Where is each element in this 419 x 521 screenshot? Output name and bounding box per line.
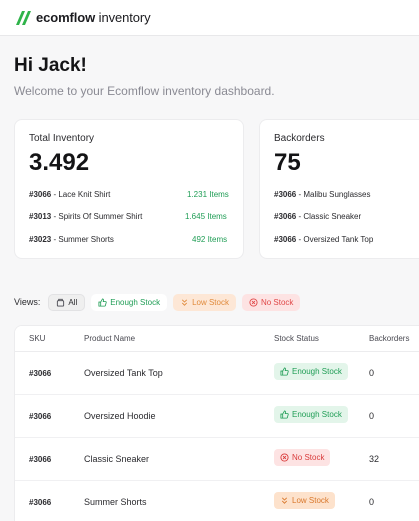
inventory-row[interactable]: #3023 - Summer Shorts 492 Items (29, 235, 234, 244)
row-product-name: Oversized Hoodie (84, 411, 156, 421)
backorders-value: 75 (274, 149, 301, 176)
stock-status-badge: Low Stock (274, 492, 335, 509)
inventory-row[interactable]: #3066 - Lace Knit Shirt 1.231 Items (29, 190, 234, 199)
chevrons-down-icon (281, 497, 288, 504)
row-sku: #3066 (29, 498, 52, 507)
table-header: SKU Product Name Stock Status Backorders (15, 326, 419, 352)
column-header-backorders[interactable]: Backorders (369, 334, 409, 343)
row-product-name: Oversized Tank Top (84, 368, 163, 378)
column-header-product-name[interactable]: Product Name (84, 334, 135, 343)
row-backorders: 0 (369, 411, 375, 421)
inventory-row[interactable]: #3013 - Spirits Of Summer Shirt 1.645 It… (29, 212, 234, 221)
row-sku: #3066 (29, 412, 52, 421)
card-title: Total Inventory (29, 133, 95, 144)
row-sku: #3066 (29, 455, 52, 464)
stock-status-badge: Enough Stock (274, 406, 348, 423)
total-inventory-card: Total Inventory 3.492 #3066 - Lace Knit … (14, 119, 244, 259)
backorder-row[interactable]: #3066 - Oversized Tank Top (274, 235, 373, 244)
filter-no-stock-chip[interactable]: No Stock (241, 293, 301, 311)
inventory-table: SKU Product Name Stock Status Backorders… (14, 325, 419, 521)
page-title: Hi Jack! (14, 55, 87, 76)
x-circle-icon (280, 453, 289, 462)
item-count: 492 Items (192, 235, 228, 244)
row-sku: #3066 (29, 369, 52, 378)
views-filter-bar: Views: All Enough Stock Low Stock No Sto… (14, 293, 301, 311)
column-header-sku[interactable]: SKU (29, 334, 45, 343)
filter-enough-stock-chip[interactable]: Enough Stock (91, 293, 168, 311)
chevrons-down-icon (181, 298, 188, 306)
ecomflow-logo-icon[interactable] (14, 10, 32, 26)
page-subtitle: Welcome to your Ecomflow inventory dashb… (14, 84, 275, 98)
backorder-row[interactable]: #3066 - Classic Sneaker (274, 212, 361, 221)
row-backorders: 32 (369, 454, 380, 464)
table-row[interactable]: #3066 Oversized Tank Top Enough Stock 0 (15, 352, 419, 395)
top-bar: ecomflow inventory (0, 0, 419, 36)
filter-low-stock-chip[interactable]: Low Stock (173, 293, 236, 311)
row-product-name: Classic Sneaker (84, 454, 150, 464)
row-backorders: 0 (369, 497, 375, 507)
thumbs-up-icon (280, 367, 289, 376)
table-row[interactable]: #3066 Summer Shorts Low Stock 0 (15, 481, 419, 521)
box-icon (57, 298, 65, 307)
thumbs-up-icon (280, 410, 289, 419)
filter-all-chip[interactable]: All (48, 293, 86, 311)
backorder-row[interactable]: #3066 - Malibu Sunglasses (274, 190, 371, 199)
row-product-name: Summer Shorts (84, 497, 147, 507)
stock-status-badge: No Stock (274, 449, 331, 466)
table-row[interactable]: #3066 Classic Sneaker No Stock 32 (15, 438, 419, 481)
total-inventory-value: 3.492 (29, 149, 90, 176)
column-header-stock-status[interactable]: Stock Status (274, 334, 319, 343)
item-count: 1.645 Items (185, 212, 227, 221)
table-row[interactable]: #3066 Oversized Hoodie Enough Stock 0 (15, 395, 419, 438)
backorders-card: Backorders 75 #3066 - Malibu Sunglasses … (259, 119, 419, 259)
brand-name[interactable]: ecomflow inventory (36, 10, 151, 25)
x-circle-icon (249, 297, 258, 307)
row-backorders: 0 (369, 368, 375, 378)
views-label: Views: (14, 297, 41, 307)
item-count: 1.231 Items (187, 190, 229, 199)
card-title: Backorders (274, 133, 325, 144)
stock-status-badge: Enough Stock (274, 363, 348, 380)
thumbs-up-icon (98, 297, 107, 307)
